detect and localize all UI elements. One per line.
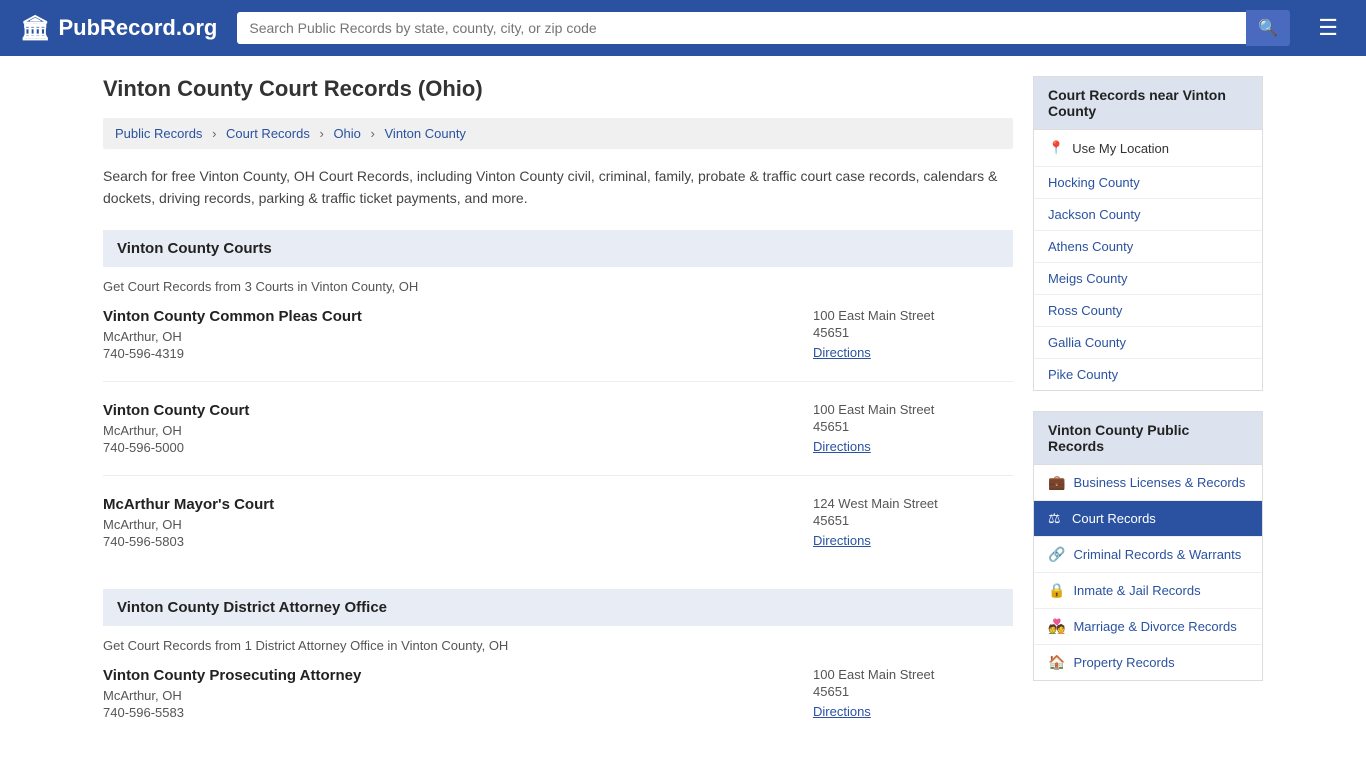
breadcrumb-sep-2: › <box>319 126 323 141</box>
inmate-icon: 🔒 <box>1048 582 1065 599</box>
court-name-vinton-court: Vinton County Court <box>103 402 793 419</box>
use-my-location-button[interactable]: 📍 Use My Location <box>1034 130 1262 167</box>
menu-icon: ☰ <box>1318 15 1338 40</box>
sidebar-records: Vinton County Public Records 💼 Business … <box>1033 411 1263 681</box>
court-address-mayors-court: 124 West Main Street <box>813 496 1013 511</box>
court-zip-mayors-court: 45651 <box>813 513 1013 528</box>
sidebar-record-inmate[interactable]: 🔒 Inmate & Jail Records <box>1034 573 1262 609</box>
sidebar-county-hocking[interactable]: Hocking County <box>1034 167 1262 199</box>
nearby-county-list: Hocking County Jackson County Athens Cou… <box>1034 167 1262 390</box>
attorney-section-header: Vinton County District Attorney Office <box>103 589 1013 626</box>
sidebar-county-jackson[interactable]: Jackson County <box>1034 199 1262 231</box>
courts-section-header: Vinton County Courts <box>103 230 1013 267</box>
breadcrumb-vinton-county[interactable]: Vinton County <box>385 126 466 141</box>
site-header: 🏛 PubRecord.org 🔍 ☰ <box>0 0 1366 56</box>
search-icon: 🔍 <box>1258 18 1278 38</box>
court-name-common-pleas: Vinton County Common Pleas Court <box>103 308 793 325</box>
logo-text: PubRecord.org <box>58 15 217 41</box>
sidebar-nearby: Court Records near Vinton County 📍 Use M… <box>1033 76 1263 391</box>
menu-button[interactable]: ☰ <box>1310 11 1346 45</box>
sidebar-county-meigs[interactable]: Meigs County <box>1034 263 1262 295</box>
business-icon: 💼 <box>1048 474 1065 491</box>
sidebar-records-header: Vinton County Public Records <box>1034 412 1262 465</box>
sidebar-county-gallia[interactable]: Gallia County <box>1034 327 1262 359</box>
court-entry-prosecuting-attorney: Vinton County Prosecuting Attorney McArt… <box>103 667 1013 740</box>
sidebar-county-pike[interactable]: Pike County <box>1034 359 1262 390</box>
court-city-common-pleas: McArthur, OH <box>103 329 793 344</box>
breadcrumb-sep-1: › <box>212 126 216 141</box>
court-entry-common-pleas: Vinton County Common Pleas Court McArthu… <box>103 308 1013 382</box>
court-address-vinton-court: 100 East Main Street <box>813 402 1013 417</box>
court-city-vinton-court: McArthur, OH <box>103 423 793 438</box>
breadcrumb-sep-3: › <box>371 126 375 141</box>
page-description: Search for free Vinton County, OH Court … <box>103 165 1013 210</box>
directions-link-mayors-court[interactable]: Directions <box>813 533 871 548</box>
logo[interactable]: 🏛 PubRecord.org <box>20 14 217 43</box>
directions-link-prosecuting-attorney[interactable]: Directions <box>813 704 871 719</box>
court-address-common-pleas: 100 East Main Street <box>813 308 1013 323</box>
breadcrumb-court-records[interactable]: Court Records <box>226 126 310 141</box>
directions-link-common-pleas[interactable]: Directions <box>813 345 871 360</box>
record-type-list: 💼 Business Licenses & Records ⚖ Court Re… <box>1034 465 1262 680</box>
main-container: Vinton County Court Records (Ohio) Publi… <box>83 56 1283 780</box>
breadcrumb: Public Records › Court Records › Ohio › … <box>103 118 1013 149</box>
court-name-mayors-court: McArthur Mayor's Court <box>103 496 793 513</box>
search-area: 🔍 <box>237 10 1290 46</box>
sidebar-county-ross[interactable]: Ross County <box>1034 295 1262 327</box>
search-input[interactable] <box>237 12 1246 44</box>
search-button[interactable]: 🔍 <box>1246 10 1290 46</box>
logo-icon: 🏛 <box>20 14 50 43</box>
court-zip-common-pleas: 45651 <box>813 325 1013 340</box>
court-phone-prosecuting-attorney: 740-596-5583 <box>103 705 793 720</box>
page-title: Vinton County Court Records (Ohio) <box>103 76 1013 102</box>
court-phone-mayors-court: 740-596-5803 <box>103 534 793 549</box>
sidebar-nearby-header: Court Records near Vinton County <box>1034 77 1262 130</box>
property-icon: 🏠 <box>1048 654 1065 671</box>
court-entry-vinton-court: Vinton County Court McArthur, OH 740-596… <box>103 402 1013 476</box>
court-name-prosecuting-attorney: Vinton County Prosecuting Attorney <box>103 667 793 684</box>
sidebar: Court Records near Vinton County 📍 Use M… <box>1033 76 1263 760</box>
court-city-mayors-court: McArthur, OH <box>103 517 793 532</box>
criminal-icon: 🔗 <box>1048 546 1065 563</box>
directions-link-vinton-court[interactable]: Directions <box>813 439 871 454</box>
sidebar-record-business[interactable]: 💼 Business Licenses & Records <box>1034 465 1262 501</box>
court-address-prosecuting-attorney: 100 East Main Street <box>813 667 1013 682</box>
attorney-count: Get Court Records from 1 District Attorn… <box>103 638 1013 653</box>
courts-list: Vinton County Common Pleas Court McArthu… <box>103 308 1013 569</box>
court-phone-vinton-court: 740-596-5000 <box>103 440 793 455</box>
courts-count: Get Court Records from 3 Courts in Vinto… <box>103 279 1013 294</box>
location-icon: 📍 <box>1048 140 1064 156</box>
breadcrumb-public-records[interactable]: Public Records <box>115 126 202 141</box>
court-records-label: Court Records <box>1072 511 1156 526</box>
content-area: Vinton County Court Records (Ohio) Publi… <box>103 76 1013 760</box>
marriage-icon: 💑 <box>1048 618 1065 635</box>
court-entry-mayors-court: McArthur Mayor's Court McArthur, OH 740-… <box>103 496 1013 569</box>
court-zip-vinton-court: 45651 <box>813 419 1013 434</box>
sidebar-record-property[interactable]: 🏠 Property Records <box>1034 645 1262 680</box>
court-icon: ⚖ <box>1048 510 1064 527</box>
breadcrumb-ohio[interactable]: Ohio <box>333 126 360 141</box>
court-zip-prosecuting-attorney: 45651 <box>813 684 1013 699</box>
use-my-location-label: Use My Location <box>1072 141 1169 156</box>
sidebar-record-marriage[interactable]: 💑 Marriage & Divorce Records <box>1034 609 1262 645</box>
attorney-list: Vinton County Prosecuting Attorney McArt… <box>103 667 1013 740</box>
court-phone-common-pleas: 740-596-4319 <box>103 346 793 361</box>
court-city-prosecuting-attorney: McArthur, OH <box>103 688 793 703</box>
sidebar-county-athens[interactable]: Athens County <box>1034 231 1262 263</box>
sidebar-record-criminal[interactable]: 🔗 Criminal Records & Warrants <box>1034 537 1262 573</box>
sidebar-record-court[interactable]: ⚖ Court Records <box>1034 501 1262 537</box>
